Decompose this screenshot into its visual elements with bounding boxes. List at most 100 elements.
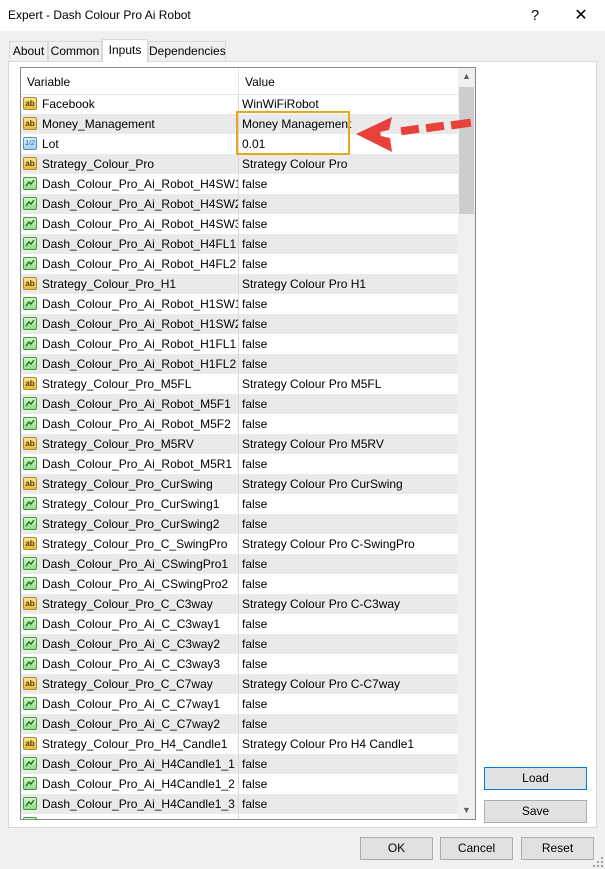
value-cell[interactable]: false bbox=[239, 614, 458, 634]
value-cell[interactable]: false bbox=[239, 234, 458, 254]
table-row[interactable]: Dash_Colour_Pro_Ai_C_C3way2 false bbox=[21, 634, 458, 654]
variable-cell[interactable]: Dash_Colour_Pro_Ai_C_C3way2 bbox=[21, 634, 239, 654]
variable-cell[interactable]: Dash_Colour_Pro_Ai_CSwingPro1 bbox=[21, 554, 239, 574]
table-row[interactable]: ab Strategy_Colour_Pro_C_C3way Strategy Co… bbox=[21, 594, 458, 614]
variable-cell[interactable]: ab Strategy_Colour_Pro_C_C7way bbox=[21, 674, 239, 694]
table-row[interactable]: ab Facebook WinWiFiRobot bbox=[21, 94, 458, 114]
inputs-grid[interactable]: Variable Value ab Facebook WinWiFiRobot ab M… bbox=[20, 67, 476, 820]
table-row[interactable]: Dash_Colour_Pro_Ai_Robot_H1FL2 false bbox=[21, 354, 458, 374]
value-cell[interactable]: false bbox=[239, 254, 458, 274]
variable-cell[interactable]: ab Strategy_Colour_Pro_C_C3way bbox=[21, 594, 239, 614]
tab-inputs[interactable]: Inputs bbox=[102, 39, 148, 63]
scroll-down-icon[interactable]: ▼ bbox=[458, 802, 475, 819]
table-row[interactable]: Dash_Colour_Pro_Ai_Robot_H4SW2 false bbox=[21, 194, 458, 214]
table-row[interactable]: Dash_Colour_Pro_Ai_C_C3way3 false bbox=[21, 654, 458, 674]
variable-cell[interactable]: Dash_Colour_Pro_Ai_Robot_H1FL1 bbox=[21, 334, 239, 354]
value-cell[interactable]: false bbox=[239, 334, 458, 354]
variable-cell[interactable]: ab Strategy_Colour_Pro_M5FL bbox=[21, 374, 239, 394]
variable-cell[interactable]: Dash_Colour_Pro_Ai_Robot_H4SW2 bbox=[21, 194, 239, 214]
variable-cell[interactable]: ab Money_Management bbox=[21, 114, 239, 134]
value-cell[interactable]: Strategy Colour Pro C-C3way bbox=[239, 594, 458, 614]
variable-cell[interactable]: Dash_Colour_Pro_Ai_H4Candle1_4 bbox=[21, 814, 239, 819]
value-cell[interactable]: false bbox=[239, 394, 458, 414]
table-row[interactable]: Dash_Colour_Pro_Ai_CSwingPro2 false bbox=[21, 574, 458, 594]
value-cell[interactable]: false bbox=[239, 774, 458, 794]
value-cell[interactable]: false bbox=[239, 574, 458, 594]
variable-cell[interactable]: Dash_Colour_Pro_Ai_H4Candle1_1 bbox=[21, 754, 239, 774]
tab-dependencies[interactable]: Dependencies bbox=[148, 41, 226, 61]
variable-cell[interactable]: ab Strategy_Colour_Pro_M5RV bbox=[21, 434, 239, 454]
variable-cell[interactable]: Dash_Colour_Pro_Ai_Robot_H4SW3 bbox=[21, 214, 239, 234]
table-row[interactable]: ab Strategy_Colour_Pro_H4_Candle1 Strategy… bbox=[21, 734, 458, 754]
table-row[interactable]: Dash_Colour_Pro_Ai_H4Candle1_3 false bbox=[21, 794, 458, 814]
value-cell[interactable]: false bbox=[239, 554, 458, 574]
variable-cell[interactable]: Dash_Colour_Pro_Ai_H4Candle1_2 bbox=[21, 774, 239, 794]
reset-button[interactable]: Reset bbox=[521, 837, 594, 860]
vertical-scrollbar[interactable]: ▲ ▼ bbox=[458, 68, 475, 819]
table-row[interactable]: Dash_Colour_Pro_Ai_Robot_M5R1 false bbox=[21, 454, 458, 474]
table-row[interactable]: Dash_Colour_Pro_Ai_CSwingPro1 false bbox=[21, 554, 458, 574]
value-cell[interactable]: false bbox=[239, 214, 458, 234]
value-cell[interactable]: Strategy Colour Pro H4 Candle1 bbox=[239, 734, 458, 754]
variable-cell[interactable]: Dash_Colour_Pro_Ai_C_C7way1 bbox=[21, 694, 239, 714]
value-cell[interactable]: Strategy Colour Pro M5RV bbox=[239, 434, 458, 454]
variable-cell[interactable]: Dash_Colour_Pro_Ai_Robot_H4FL1 bbox=[21, 234, 239, 254]
table-row[interactable]: ab Strategy_Colour_Pro_C_C7way Strategy Co… bbox=[21, 674, 458, 694]
value-cell[interactable]: false bbox=[239, 454, 458, 474]
table-row[interactable]: Dash_Colour_Pro_Ai_Robot_H4FL2 false bbox=[21, 254, 458, 274]
variable-cell[interactable]: ab Strategy_Colour_Pro bbox=[21, 154, 239, 174]
variable-cell[interactable]: Strategy_Colour_Pro_CurSwing2 bbox=[21, 514, 239, 534]
variable-cell[interactable]: Dash_Colour_Pro_Ai_Robot_H4SW1 bbox=[21, 174, 239, 194]
table-row[interactable]: Dash_Colour_Pro_Ai_C_C7way2 false bbox=[21, 714, 458, 734]
close-button[interactable]: ✕ bbox=[558, 0, 604, 31]
variable-cell[interactable]: Dash_Colour_Pro_Ai_C_C3way3 bbox=[21, 654, 239, 674]
table-row[interactable]: Dash_Colour_Pro_Ai_C_C3way1 false bbox=[21, 614, 458, 634]
value-cell[interactable]: false bbox=[239, 794, 458, 814]
load-button[interactable]: Load bbox=[484, 767, 587, 790]
variable-cell[interactable]: ab Strategy_Colour_Pro_CurSwing bbox=[21, 474, 239, 494]
table-row[interactable]: Strategy_Colour_Pro_CurSwing2 false bbox=[21, 514, 458, 534]
table-row[interactable]: ab Strategy_Colour_Pro_M5RV Strategy Colou… bbox=[21, 434, 458, 454]
table-row[interactable]: ab Strategy_Colour_Pro_H1 Strategy Colour … bbox=[21, 274, 458, 294]
value-cell[interactable]: false bbox=[239, 354, 458, 374]
table-row[interactable]: Dash_Colour_Pro_Ai_H4Candle1_1 false bbox=[21, 754, 458, 774]
variable-cell[interactable]: ab Strategy_Colour_Pro_C_SwingPro bbox=[21, 534, 239, 554]
value-cell[interactable]: Strategy Colour Pro C-SwingPro bbox=[239, 534, 458, 554]
cancel-button[interactable]: Cancel bbox=[440, 837, 513, 860]
value-cell[interactable]: false bbox=[239, 634, 458, 654]
table-row[interactable]: Dash_Colour_Pro_Ai_Robot_H4SW1 false bbox=[21, 174, 458, 194]
table-row[interactable]: Dash_Colour_Pro_Ai_Robot_H4FL1 false bbox=[21, 234, 458, 254]
table-row[interactable]: Dash_Colour_Pro_Ai_Robot_H1SW1 false bbox=[21, 294, 458, 314]
variable-cell[interactable]: ab Strategy_Colour_Pro_H1 bbox=[21, 274, 239, 294]
variable-cell[interactable]: Strategy_Colour_Pro_CurSwing1 bbox=[21, 494, 239, 514]
help-button[interactable]: ? bbox=[512, 0, 558, 31]
variable-cell[interactable]: Dash_Colour_Pro_Ai_C_C7way2 bbox=[21, 714, 239, 734]
value-cell[interactable]: Strategy Colour Pro CurSwing bbox=[239, 474, 458, 494]
variable-cell[interactable]: Dash_Colour_Pro_Ai_Robot_H1FL2 bbox=[21, 354, 239, 374]
resize-grip-icon[interactable] bbox=[593, 857, 603, 867]
variable-cell[interactable]: Dash_Colour_Pro_Ai_Robot_H1SW2 bbox=[21, 314, 239, 334]
variable-cell[interactable]: Dash_Colour_Pro_Ai_C_C3way1 bbox=[21, 614, 239, 634]
table-row[interactable]: Dash_Colour_Pro_Ai_Robot_H1SW2 false bbox=[21, 314, 458, 334]
save-button[interactable]: Save bbox=[484, 800, 587, 823]
variable-cell[interactable]: Dash_Colour_Pro_Ai_Robot_M5R1 bbox=[21, 454, 239, 474]
value-cell[interactable]: false bbox=[239, 654, 458, 674]
value-cell[interactable]: false bbox=[239, 694, 458, 714]
value-cell[interactable]: false bbox=[239, 174, 458, 194]
table-row[interactable]: Dash_Colour_Pro_Ai_Robot_M5F1 false bbox=[21, 394, 458, 414]
variable-cell[interactable]: Dash_Colour_Pro_Ai_CSwingPro2 bbox=[21, 574, 239, 594]
ok-button[interactable]: OK bbox=[360, 837, 433, 860]
value-cell[interactable]: false bbox=[239, 314, 458, 334]
value-cell[interactable]: false bbox=[239, 714, 458, 734]
value-cell[interactable]: false bbox=[239, 194, 458, 214]
table-row[interactable]: Dash_Colour_Pro_Ai_Robot_H4SW3 false bbox=[21, 214, 458, 234]
value-cell[interactable]: Strategy Colour Pro M5FL bbox=[239, 374, 458, 394]
value-cell[interactable]: WinWiFiRobot bbox=[239, 94, 458, 114]
column-header-value[interactable]: Value bbox=[239, 68, 458, 94]
variable-cell[interactable]: ab Facebook bbox=[21, 94, 239, 114]
tab-about[interactable]: About bbox=[9, 41, 48, 61]
variable-cell[interactable]: ab Strategy_Colour_Pro_H4_Candle1 bbox=[21, 734, 239, 754]
table-row[interactable]: ab Strategy_Colour_Pro_C_SwingPro Strategy… bbox=[21, 534, 458, 554]
variable-cell[interactable]: Dash_Colour_Pro_Ai_Robot_M5F2 bbox=[21, 414, 239, 434]
table-row[interactable]: ab Strategy_Colour_Pro_M5FL Strategy Colou… bbox=[21, 374, 458, 394]
